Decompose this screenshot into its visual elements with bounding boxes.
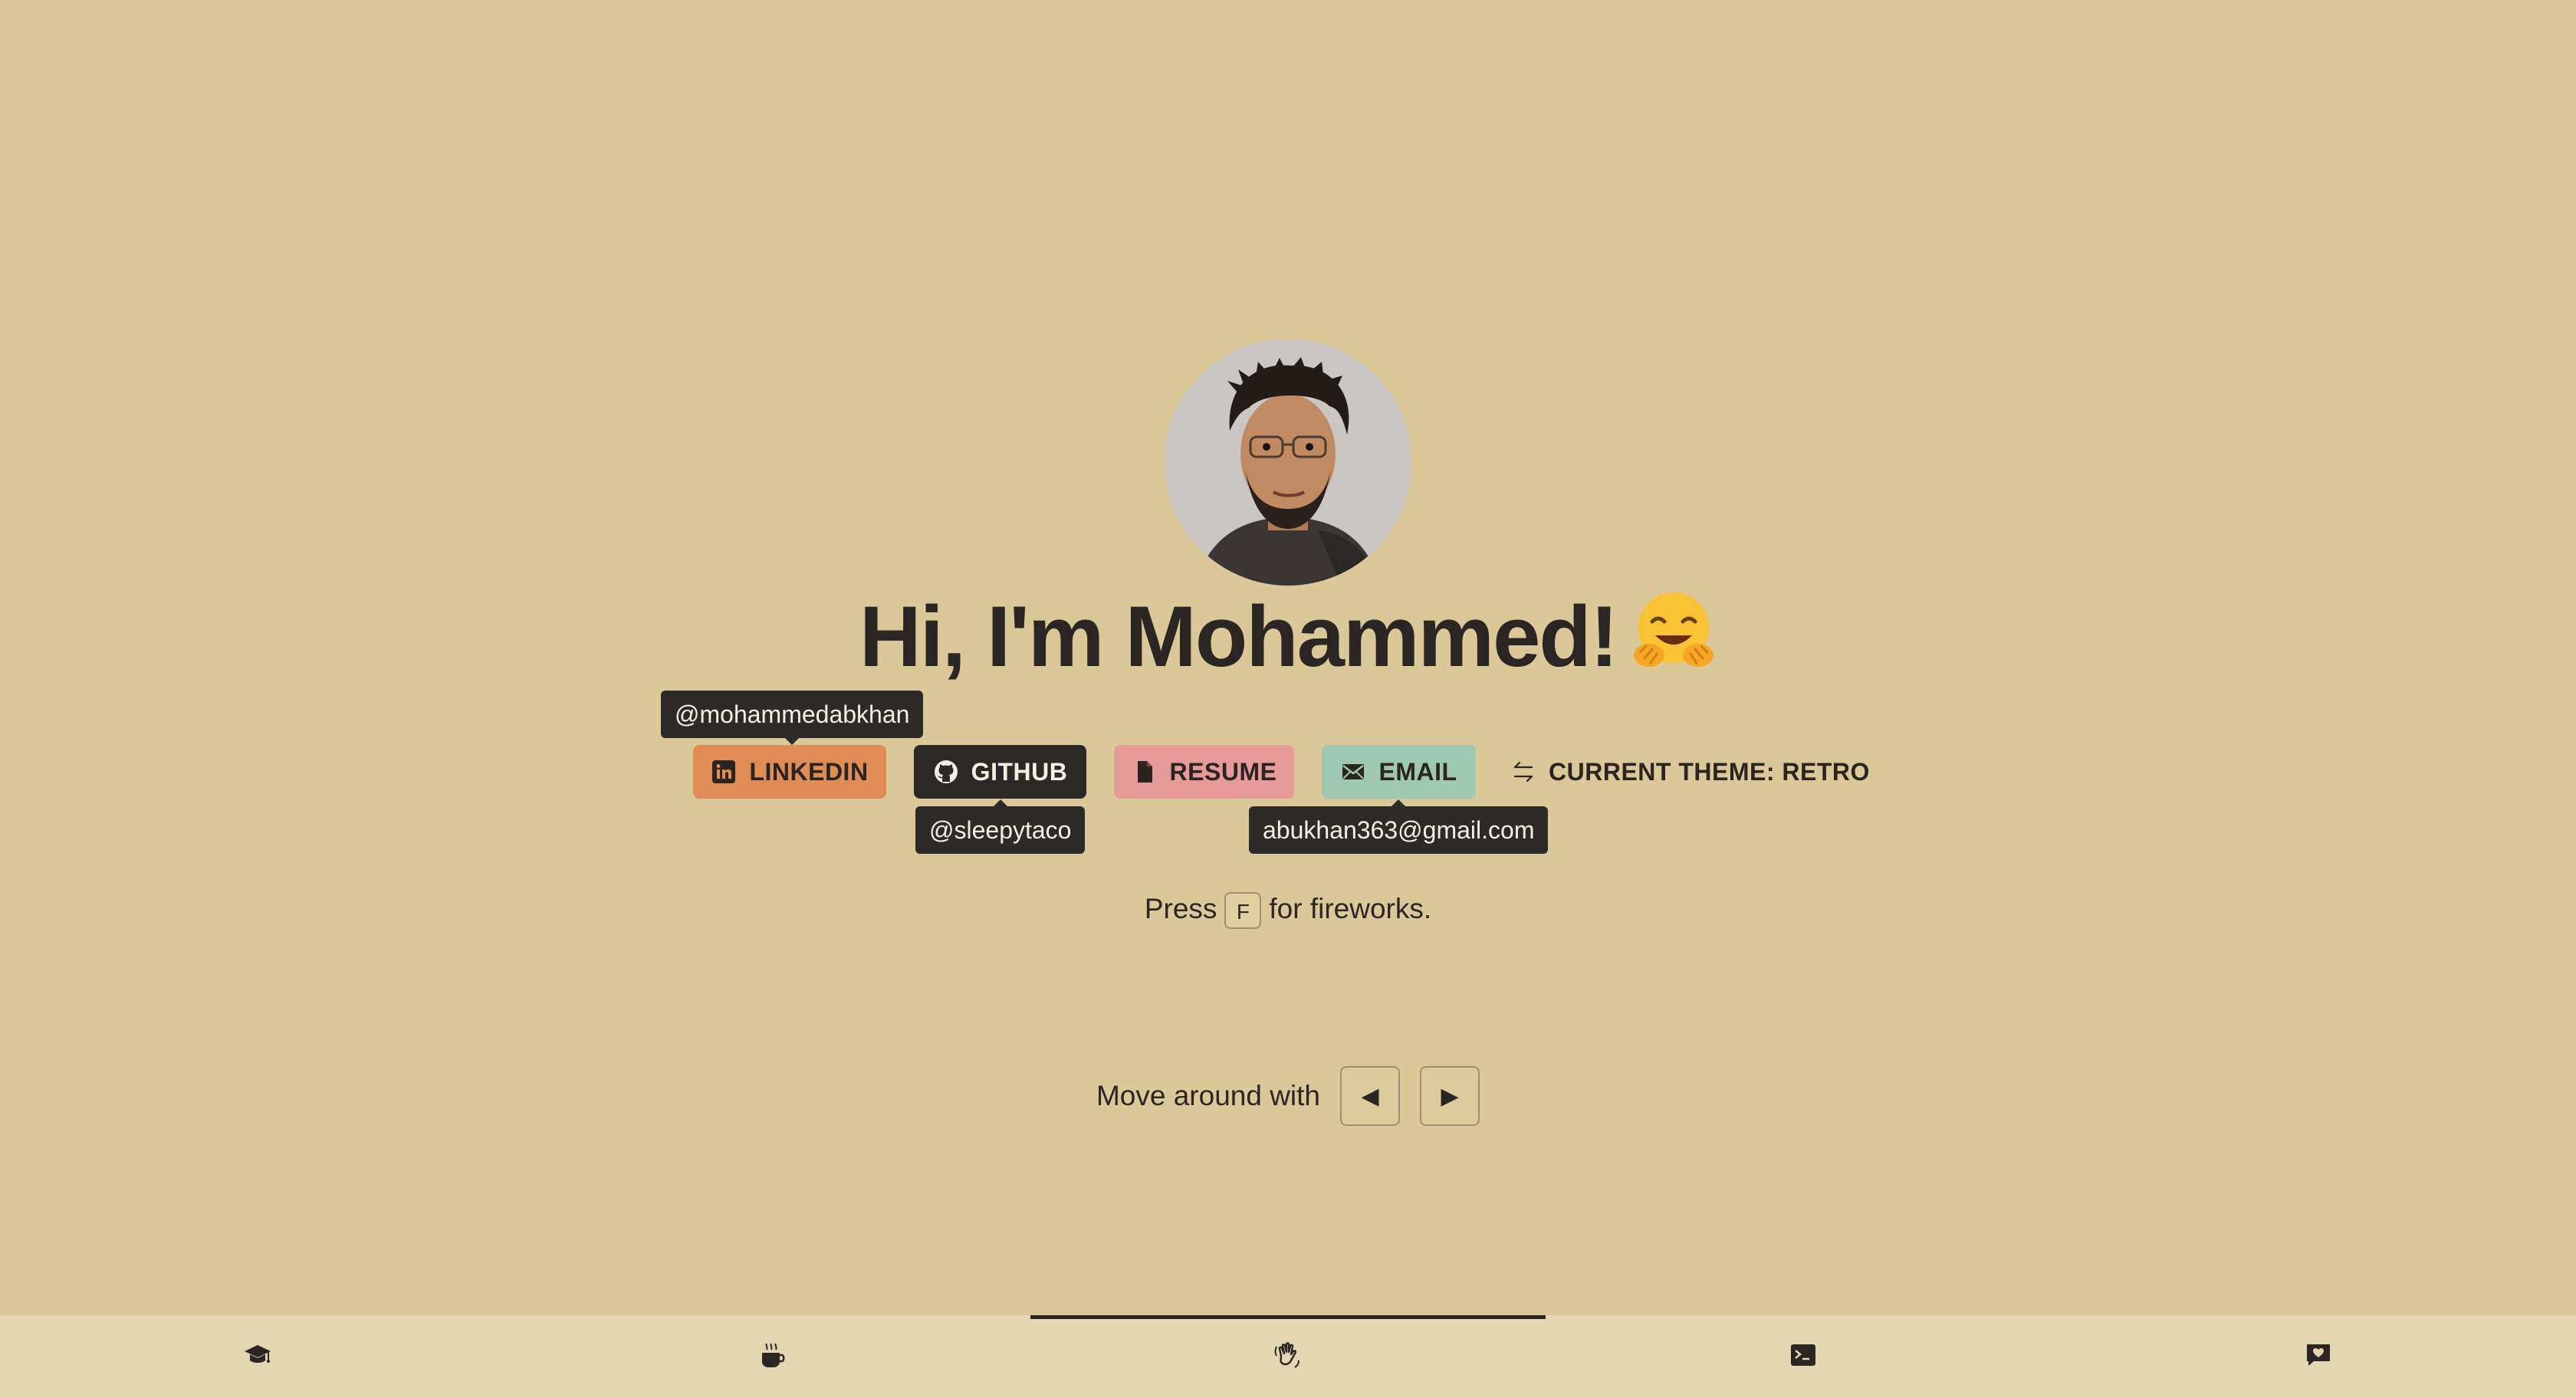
fireworks-prefix: Press <box>1144 893 1217 924</box>
fireworks-key[interactable]: F <box>1224 892 1262 930</box>
email-label: EMAIL <box>1378 757 1457 786</box>
github-button[interactable]: GITHUB <box>914 745 1086 799</box>
email-tooltip: abukhan363@gmail.com <box>1249 799 1549 854</box>
mail-icon <box>1340 759 1366 785</box>
nav-item-projects[interactable] <box>1546 1315 2061 1398</box>
bottom-nav <box>0 1315 2576 1398</box>
page-title: Hi, I'm Mohammed! <box>0 579 2576 694</box>
email-button[interactable]: EMAIL <box>1322 745 1476 799</box>
home-page: Hi, I'm Mohammed! @mohammedabkhan LINKED… <box>0 0 2576 1315</box>
next-page-button[interactable]: ▶ <box>1420 1066 1480 1126</box>
theme-toggle-button[interactable]: CURRENT THEME: RETRO <box>1510 745 1872 799</box>
previous-page-button[interactable]: ◀ <box>1340 1066 1401 1126</box>
linkedin-icon <box>711 759 737 785</box>
resume-button[interactable]: RESUME <box>1114 745 1294 799</box>
nav-item-hobbies[interactable] <box>515 1315 1030 1398</box>
github-icon <box>933 759 959 785</box>
terminal-icon <box>1789 1341 1818 1373</box>
nav-item-contact[interactable] <box>2061 1315 2576 1398</box>
greeting-text: Hi, I'm Mohammed! <box>859 589 1618 684</box>
swap-arrows-icon <box>1510 759 1536 785</box>
graduation-cap-icon <box>243 1341 272 1373</box>
fireworks-hint: Press Ffor fireworks. <box>0 889 2576 930</box>
linkedin-label: LINKEDIN <box>749 757 869 786</box>
coffee-cup-icon <box>758 1341 787 1373</box>
github-label: GITHUB <box>971 757 1068 786</box>
nav-item-education[interactable] <box>0 1315 515 1398</box>
profile-photo <box>1165 339 1411 586</box>
move-label: Move around with <box>1096 1080 1321 1111</box>
nav-item-home[interactable] <box>1030 1315 1546 1398</box>
chat-heart-icon <box>2304 1341 2333 1373</box>
linkedin-tooltip: @mohammedabkhan <box>661 691 924 745</box>
waving-hand-icon <box>1273 1341 1303 1373</box>
linkedin-button[interactable]: LINKEDIN <box>693 745 886 799</box>
resume-label: RESUME <box>1169 757 1277 786</box>
navigation-hint: Move around with ◀ ▶ <box>0 1065 2576 1127</box>
fireworks-suffix: for fireworks. <box>1269 893 1432 924</box>
hugging-face-emoji <box>1631 587 1717 673</box>
document-icon <box>1132 759 1158 785</box>
github-tooltip: @sleepytaco <box>915 799 1086 854</box>
theme-label: CURRENT THEME: RETRO <box>1549 757 1870 786</box>
